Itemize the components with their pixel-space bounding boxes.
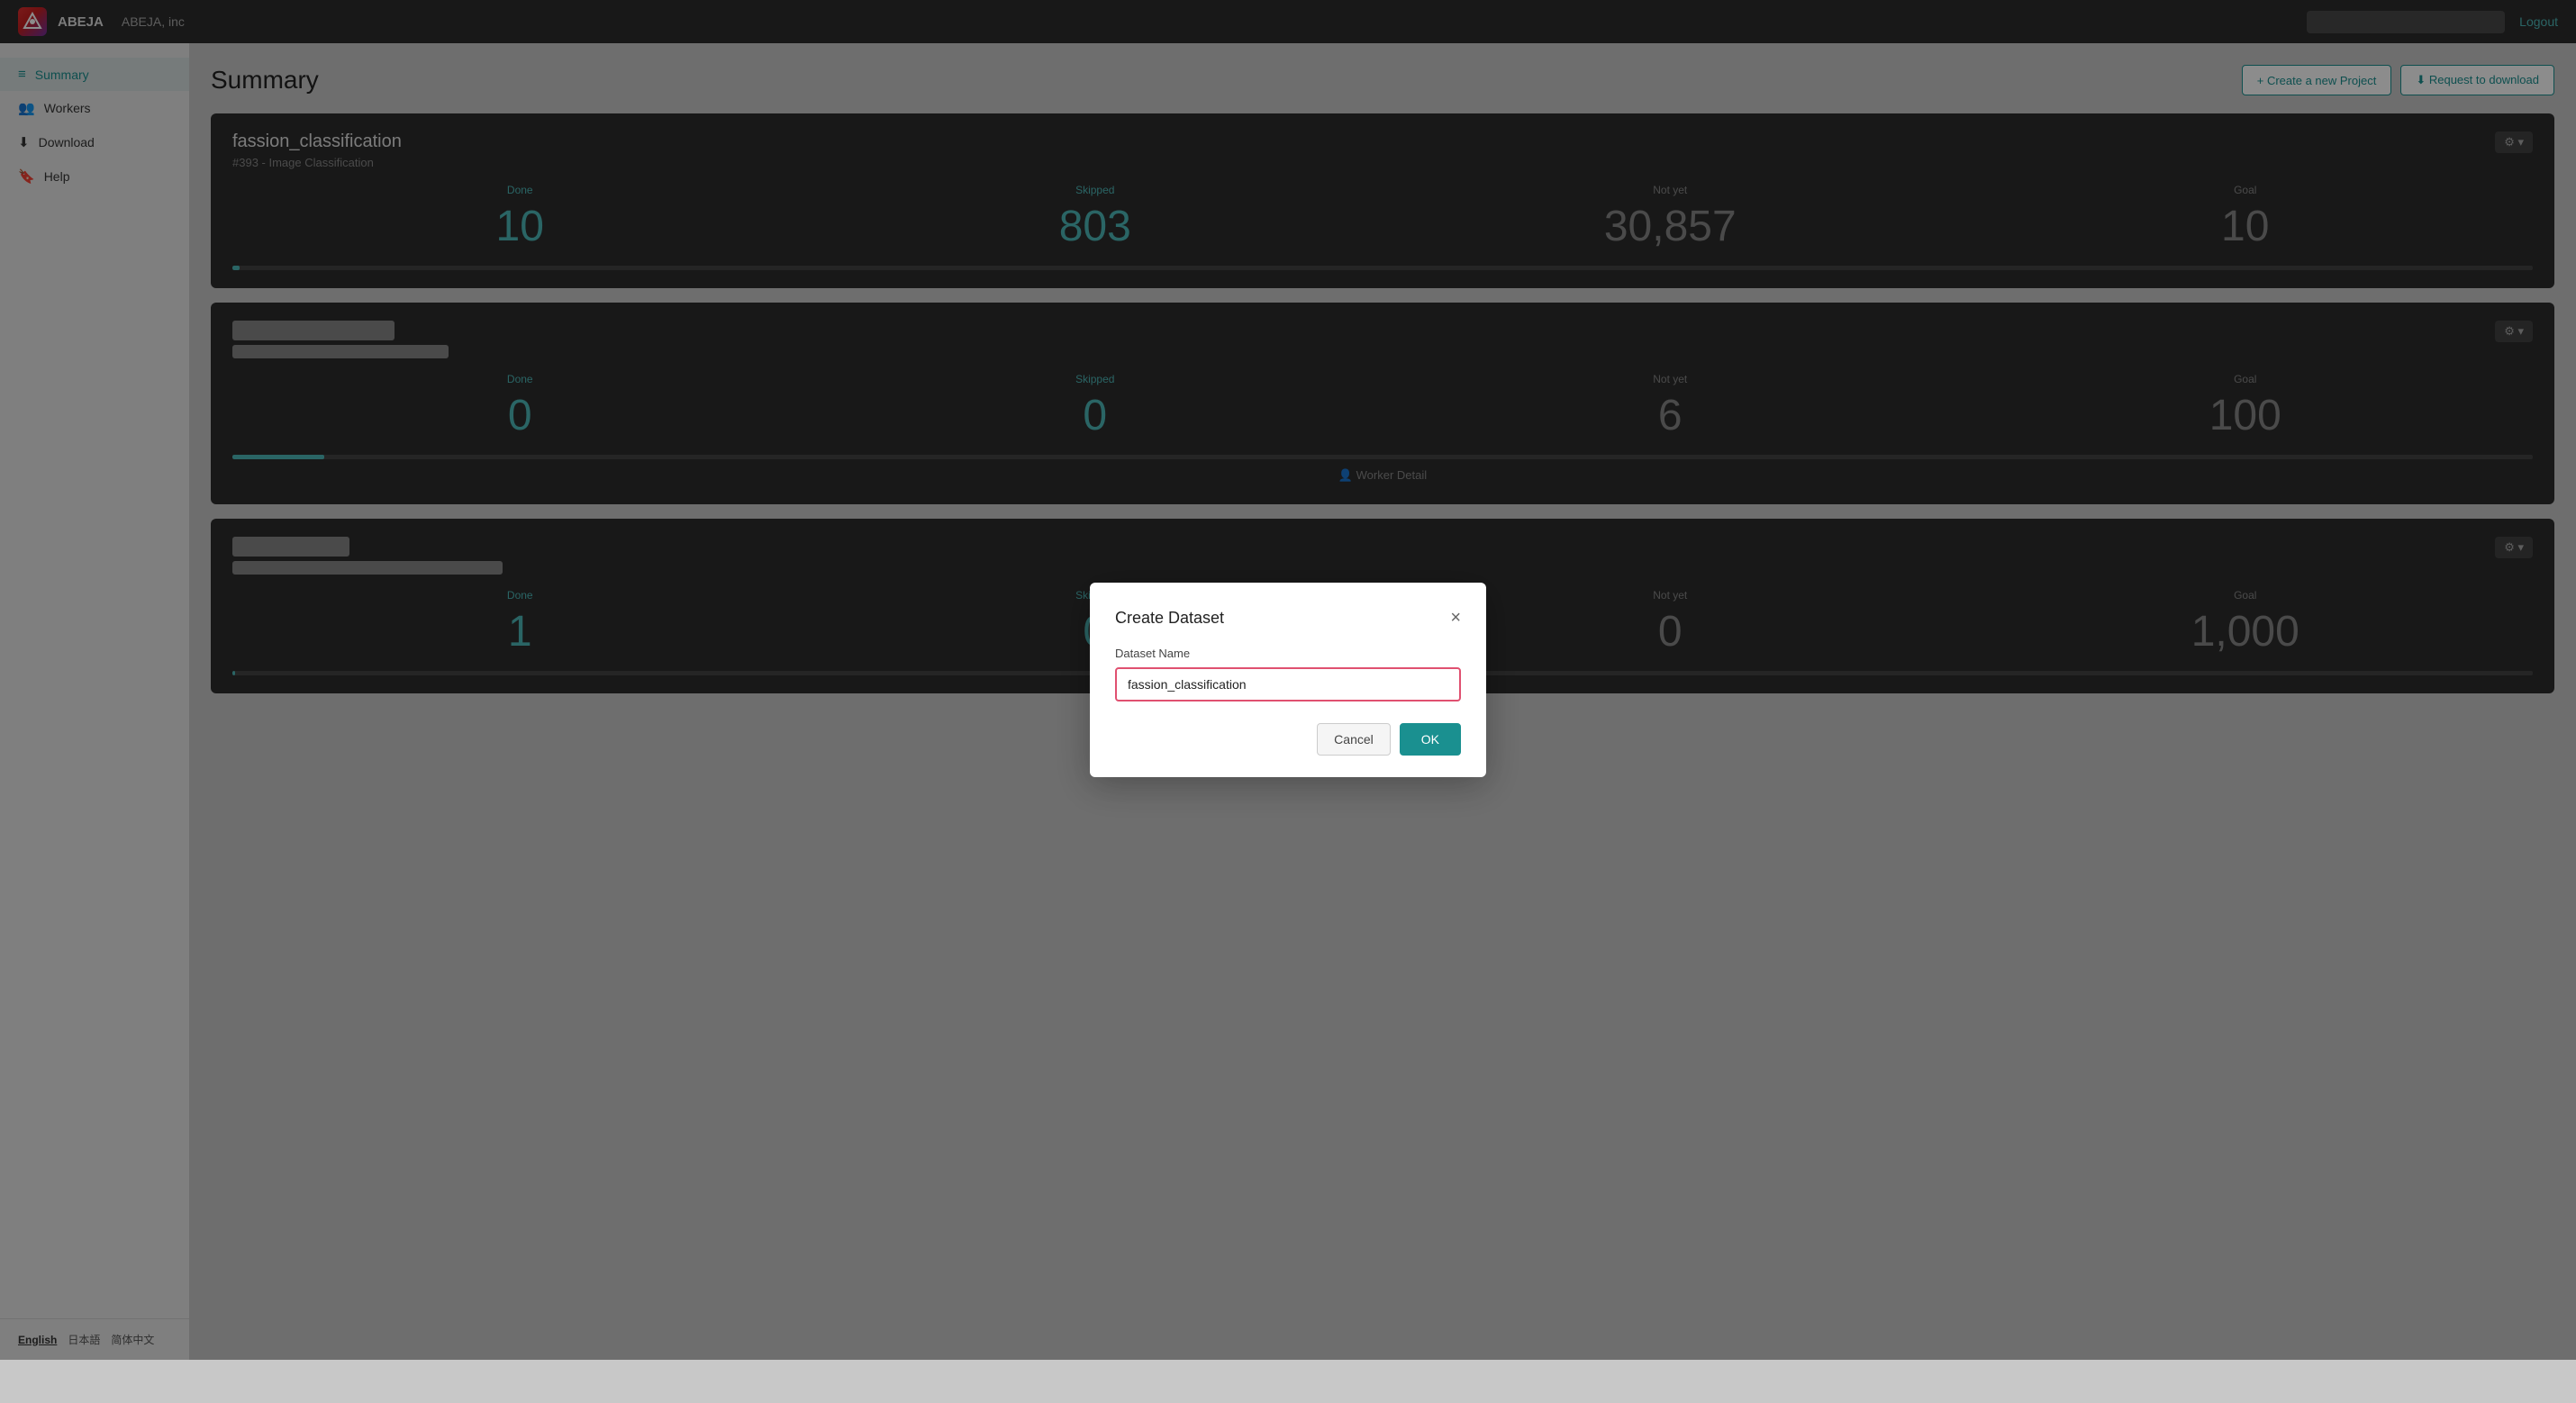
dataset-name-label: Dataset Name <box>1115 647 1461 660</box>
modal-cancel-button[interactable]: Cancel <box>1317 723 1391 756</box>
dataset-name-input[interactable] <box>1115 667 1461 702</box>
modal-overlay: Create Dataset × Dataset Name Cancel OK <box>0 0 2576 1360</box>
modal-close-button[interactable]: × <box>1450 608 1461 629</box>
modal-title: Create Dataset <box>1115 609 1224 628</box>
modal-actions: Cancel OK <box>1115 723 1461 756</box>
modal-header: Create Dataset × <box>1115 608 1461 629</box>
modal-ok-button[interactable]: OK <box>1400 723 1461 756</box>
create-dataset-modal: Create Dataset × Dataset Name Cancel OK <box>1090 583 1486 777</box>
